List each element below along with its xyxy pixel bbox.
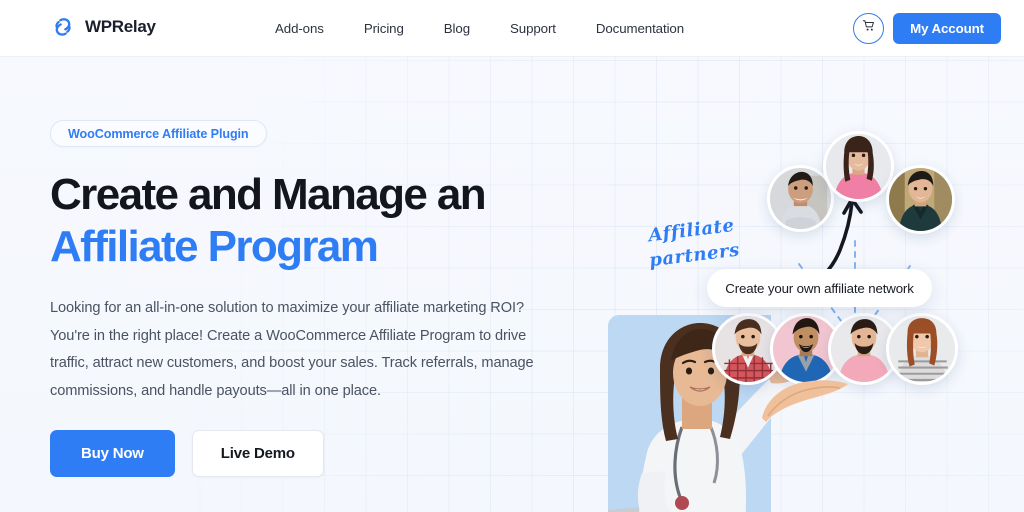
cart-button[interactable] <box>853 13 884 44</box>
nav-item-support[interactable]: Support <box>490 21 576 36</box>
affiliate-partner-avatar-2 <box>823 131 894 202</box>
headline-line-2: Affiliate Program <box>50 222 379 271</box>
callout-pill: Create your own affiliate network <box>707 269 932 307</box>
shopping-cart-icon <box>862 19 876 38</box>
live-demo-button[interactable]: Live Demo <box>191 430 324 477</box>
nav-item-blog[interactable]: Blog <box>424 21 490 36</box>
network-member-avatar-4 <box>886 313 958 385</box>
hero-illustration: Affiliate partners Create your own affil… <box>592 114 1024 512</box>
hero-cta-group: Buy Now Live Demo <box>50 430 590 477</box>
page-root: WPRelay Add-ons Pricing Blog Support Doc… <box>0 0 1024 512</box>
hero-copy: WooCommerce Affiliate Plugin Create and … <box>50 120 590 477</box>
buy-now-button[interactable]: Buy Now <box>50 430 175 477</box>
main-nav: Add-ons Pricing Blog Support Documentati… <box>275 0 704 57</box>
site-logo[interactable]: WPRelay <box>50 14 156 40</box>
hero-section: WooCommerce Affiliate Plugin Create and … <box>0 57 1024 512</box>
page-title: Create and Manage an Affiliate Program <box>50 169 590 273</box>
headline-line-1: Create and Manage an <box>50 170 487 219</box>
affiliate-partner-avatar-3 <box>886 165 955 234</box>
my-account-button[interactable]: My Account <box>893 13 1001 44</box>
nav-item-pricing[interactable]: Pricing <box>344 21 424 36</box>
interlocking-links-logo-icon <box>50 14 76 40</box>
hero-description: Looking for an all-in-one solution to ma… <box>50 300 534 399</box>
nav-item-add-ons[interactable]: Add-ons <box>275 21 344 36</box>
affiliate-partners-label: Affiliate partners <box>635 211 750 274</box>
logo-wordmark: WPRelay <box>85 17 156 36</box>
open-hand-graphic <box>762 380 848 422</box>
hero-badge: WooCommerce Affiliate Plugin <box>50 120 267 147</box>
site-header: WPRelay Add-ons Pricing Blog Support Doc… <box>0 0 1024 57</box>
nav-item-documentation[interactable]: Documentation <box>576 21 704 36</box>
